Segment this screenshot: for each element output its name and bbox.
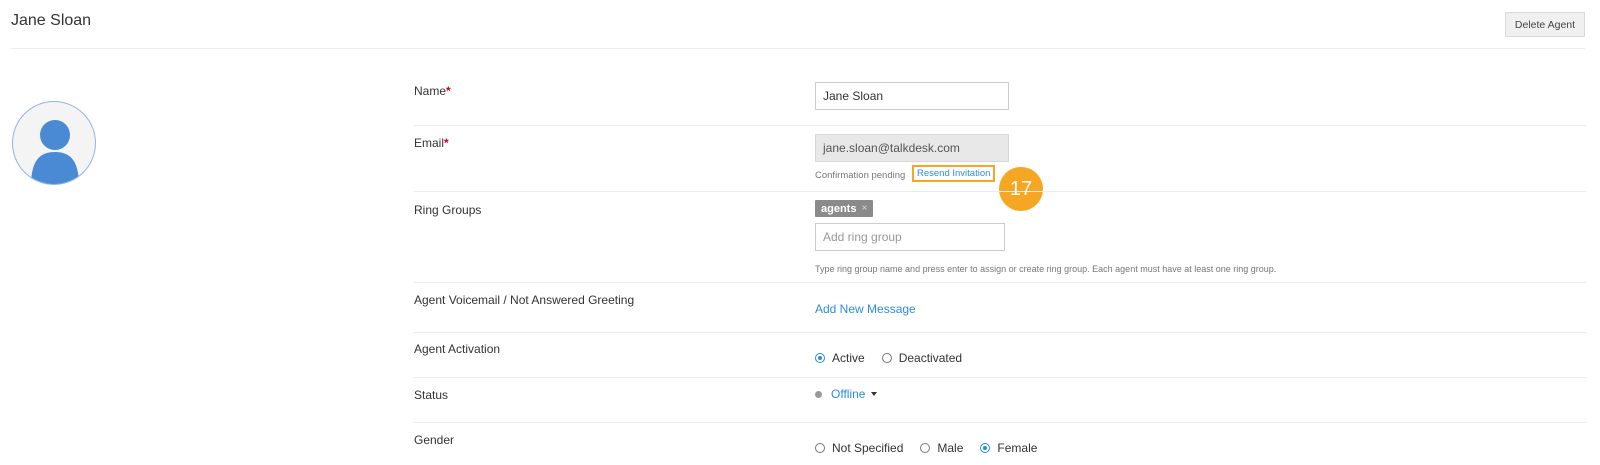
status-value[interactable]: Offline bbox=[831, 387, 865, 401]
row-divider bbox=[414, 125, 1586, 126]
radio-label: Active bbox=[832, 351, 865, 365]
add-ring-group-input[interactable] bbox=[815, 223, 1005, 251]
activation-option-deactivated[interactable]: Deactivated bbox=[881, 351, 963, 365]
row-divider bbox=[414, 422, 1586, 423]
radio-unchecked-icon[interactable] bbox=[881, 353, 892, 363]
status-label: Status bbox=[414, 388, 449, 402]
email-label-text: Email bbox=[414, 136, 445, 150]
gender-radio-group: Not Specified Male Female bbox=[815, 441, 1054, 455]
ring-group-tag: agents × bbox=[815, 200, 874, 217]
gender-option-male[interactable]: Male bbox=[920, 441, 963, 455]
activation-option-active[interactable]: Active bbox=[815, 351, 865, 365]
step-marker: 17 bbox=[999, 167, 1043, 211]
gender-option-female[interactable]: Female bbox=[980, 441, 1037, 455]
email-label: Email* bbox=[414, 136, 449, 150]
radio-unchecked-icon[interactable] bbox=[920, 443, 931, 453]
user-silhouette-icon bbox=[31, 120, 79, 184]
row-divider bbox=[414, 282, 1586, 283]
ring-groups-label: Ring Groups bbox=[414, 203, 482, 217]
name-label-text: Name bbox=[414, 84, 447, 98]
delete-agent-button[interactable]: Delete Agent bbox=[1505, 12, 1585, 37]
remove-tag-icon[interactable]: × bbox=[861, 203, 867, 214]
ring-group-tag-label: agents bbox=[821, 202, 857, 215]
required-mark: * bbox=[446, 84, 451, 98]
ring-group-hint: Type ring group name and press enter to … bbox=[815, 264, 1277, 274]
row-divider bbox=[414, 377, 1586, 378]
activation-label: Agent Activation bbox=[414, 342, 501, 356]
avatar[interactable] bbox=[12, 101, 96, 185]
row-divider bbox=[414, 332, 1586, 333]
activation-radio-group: Active Deactivated bbox=[815, 351, 979, 365]
status-dot-icon bbox=[815, 390, 822, 398]
name-label: Name* bbox=[414, 84, 451, 98]
status-dropdown[interactable]: Offline bbox=[815, 387, 878, 401]
email-field: jane.sloan@talkdesk.com bbox=[815, 134, 1009, 162]
radio-label: Deactivated bbox=[898, 351, 963, 365]
page-title: Jane Sloan bbox=[11, 12, 92, 29]
voicemail-label: Agent Voicemail / Not Answered Greeting bbox=[414, 293, 635, 307]
row-divider bbox=[414, 191, 1586, 192]
resend-invitation-link[interactable]: Resend Invitation bbox=[912, 165, 996, 182]
caret-down-icon[interactable] bbox=[871, 392, 878, 396]
header-divider bbox=[11, 48, 1585, 49]
radio-label: Not Specified bbox=[832, 441, 904, 455]
radio-label: Male bbox=[937, 441, 964, 455]
add-new-message-link[interactable]: Add New Message bbox=[815, 302, 916, 316]
gender-label: Gender bbox=[414, 433, 455, 447]
radio-checked-icon[interactable] bbox=[980, 443, 991, 453]
name-input[interactable]: Jane Sloan bbox=[815, 82, 1009, 110]
gender-option-not-specified[interactable]: Not Specified bbox=[815, 441, 903, 455]
confirmation-status: Confirmation pending bbox=[815, 170, 906, 181]
radio-checked-icon[interactable] bbox=[815, 353, 825, 363]
required-mark: * bbox=[444, 136, 449, 150]
radio-label: Female bbox=[997, 441, 1038, 455]
radio-unchecked-icon[interactable] bbox=[815, 443, 825, 453]
